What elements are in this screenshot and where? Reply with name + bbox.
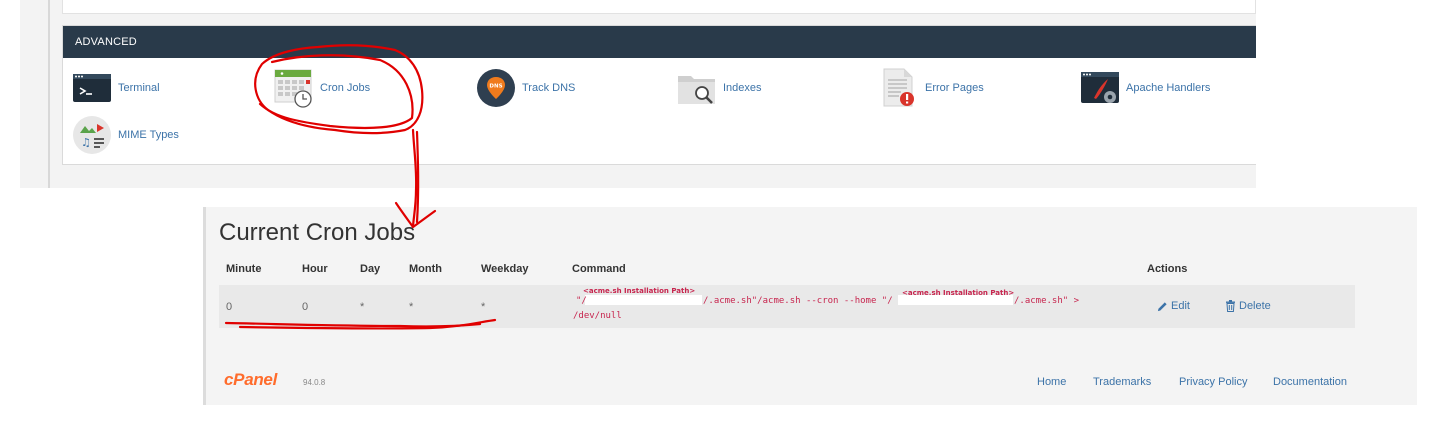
command-part-1: "/ — [576, 296, 587, 306]
track-dns-label[interactable]: Track DNS — [522, 82, 575, 94]
header-command[interactable]: Command — [572, 263, 626, 275]
indexes-item[interactable]: Indexes — [677, 68, 762, 108]
svg-text:DNS: DNS — [489, 84, 502, 90]
header-month[interactable]: Month — [409, 263, 442, 275]
delete-button[interactable]: Delete — [1225, 300, 1271, 312]
redaction-annotation: <acme.sh Installation Path> — [583, 287, 696, 295]
error-pages-icon — [879, 68, 919, 108]
cpanel-logo[interactable]: cPanel — [224, 370, 277, 390]
apache-handlers-item[interactable]: Apache Handlers — [1080, 68, 1210, 108]
footer-link-documentation[interactable]: Documentation — [1273, 376, 1347, 388]
top-left-divider — [48, 0, 50, 188]
indexes-label[interactable]: Indexes — [723, 82, 762, 94]
cpanel-version: 94.0.8 — [303, 378, 326, 387]
cell-minute: 0 — [226, 301, 233, 313]
mime-types-label[interactable]: MIME Types — [118, 129, 179, 141]
footer-link-home[interactable]: Home — [1037, 376, 1066, 388]
cron-jobs-label[interactable]: Cron Jobs — [320, 82, 370, 94]
command-line-2: /dev/null — [573, 311, 622, 321]
command-part-2: /.acme.sh"/acme.sh --cron --home "/ — [703, 296, 893, 306]
cell-hour: 0 — [302, 301, 309, 313]
delete-label: Delete — [1239, 300, 1271, 312]
track-dns-icon: DNS — [476, 68, 516, 108]
footer-link-trademarks[interactable]: Trademarks — [1093, 376, 1151, 388]
error-pages-label[interactable]: Error Pages — [925, 82, 984, 94]
terminal-icon — [72, 68, 112, 108]
header-day[interactable]: Day — [360, 263, 380, 275]
cron-jobs-item[interactable]: Cron Jobs — [274, 68, 370, 108]
cell-day: * — [360, 301, 365, 313]
indexes-icon — [677, 68, 717, 108]
edit-label: Edit — [1171, 300, 1190, 312]
trash-icon — [1226, 300, 1235, 312]
mime-types-icon: ♫ — [72, 115, 112, 155]
cron-jobs-icon — [274, 68, 314, 108]
current-cron-jobs-title: Current Cron Jobs — [219, 219, 416, 246]
terminal-item[interactable]: Terminal — [72, 68, 160, 108]
redaction-annotation: <acme.sh Installation Path> — [902, 289, 1015, 297]
apache-handlers-label[interactable]: Apache Handlers — [1126, 82, 1210, 94]
header-weekday[interactable]: Weekday — [481, 263, 529, 275]
advanced-section: ADVANCED — [62, 25, 1256, 165]
advanced-section-header[interactable]: ADVANCED — [63, 26, 1256, 58]
terminal-label[interactable]: Terminal — [118, 82, 160, 94]
bottom-left-divider — [203, 207, 206, 405]
svg-text:♫: ♫ — [81, 136, 91, 149]
apache-handlers-icon — [1080, 68, 1120, 108]
header-actions: Actions — [1147, 263, 1188, 275]
cell-month: * — [409, 301, 414, 313]
footer-link-privacy-policy[interactable]: Privacy Policy — [1179, 376, 1247, 388]
previous-section-box — [62, 0, 1256, 14]
header-hour[interactable]: Hour — [302, 263, 328, 275]
header-minute[interactable]: Minute — [226, 263, 261, 275]
pencil-icon — [1157, 301, 1167, 311]
cell-weekday: * — [481, 301, 486, 313]
command-part-3: /.acme.sh" > — [1014, 296, 1080, 306]
mime-types-item[interactable]: ♫ MIME Types — [72, 115, 179, 155]
edit-button[interactable]: Edit — [1157, 300, 1190, 312]
error-pages-item[interactable]: Error Pages — [879, 68, 984, 108]
redacted-path-box — [585, 295, 702, 305]
track-dns-item[interactable]: DNS Track DNS — [476, 68, 575, 108]
